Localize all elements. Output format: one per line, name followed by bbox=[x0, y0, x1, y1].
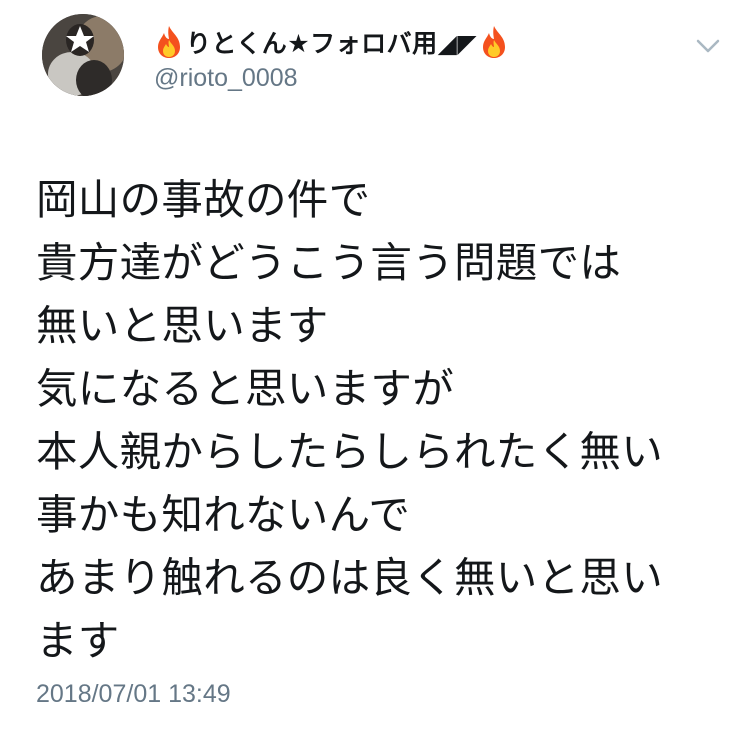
tweet-card: りとくん★フォロバ用◢◤ @rioto_0008 岡山の事故の件で 貴方達がどう… bbox=[0, 0, 750, 734]
user-handle[interactable]: @rioto_0008 bbox=[154, 64, 298, 93]
timestamp[interactable]: 2018/07/01 13:49 bbox=[36, 680, 231, 709]
tweet-text: 岡山の事故の件で 貴方達がどうこう言う問題では 無いと思います 気になると思いま… bbox=[36, 168, 726, 672]
tweet-text-line: 無いと思います bbox=[36, 301, 329, 350]
tweet-text-line: ます bbox=[36, 616, 120, 665]
display-name: りとくん★フォロバ用◢◤ bbox=[186, 29, 478, 58]
fire-emoji-icon bbox=[158, 26, 180, 58]
tweet-text-line: 貴方達がどうこう言う問題では bbox=[36, 238, 622, 287]
display-name-row[interactable]: りとくん★フォロバ用◢◤ bbox=[152, 22, 511, 62]
tweet-text-line: あまり触れるのは良く無いと思い bbox=[36, 553, 664, 602]
tweet-text-line: 岡山の事故の件で bbox=[36, 175, 371, 224]
tweet-text-line: 事かも知れないんで bbox=[36, 490, 411, 539]
tweet-text-line: 本人親からしたらしられたく無い bbox=[36, 427, 664, 476]
avatar[interactable] bbox=[42, 14, 124, 96]
tweet-text-line: 気になると思いますが bbox=[36, 364, 455, 413]
fire-emoji-icon bbox=[483, 26, 506, 58]
chevron-down-icon[interactable] bbox=[694, 36, 722, 56]
profile-photo-icon bbox=[42, 14, 124, 96]
